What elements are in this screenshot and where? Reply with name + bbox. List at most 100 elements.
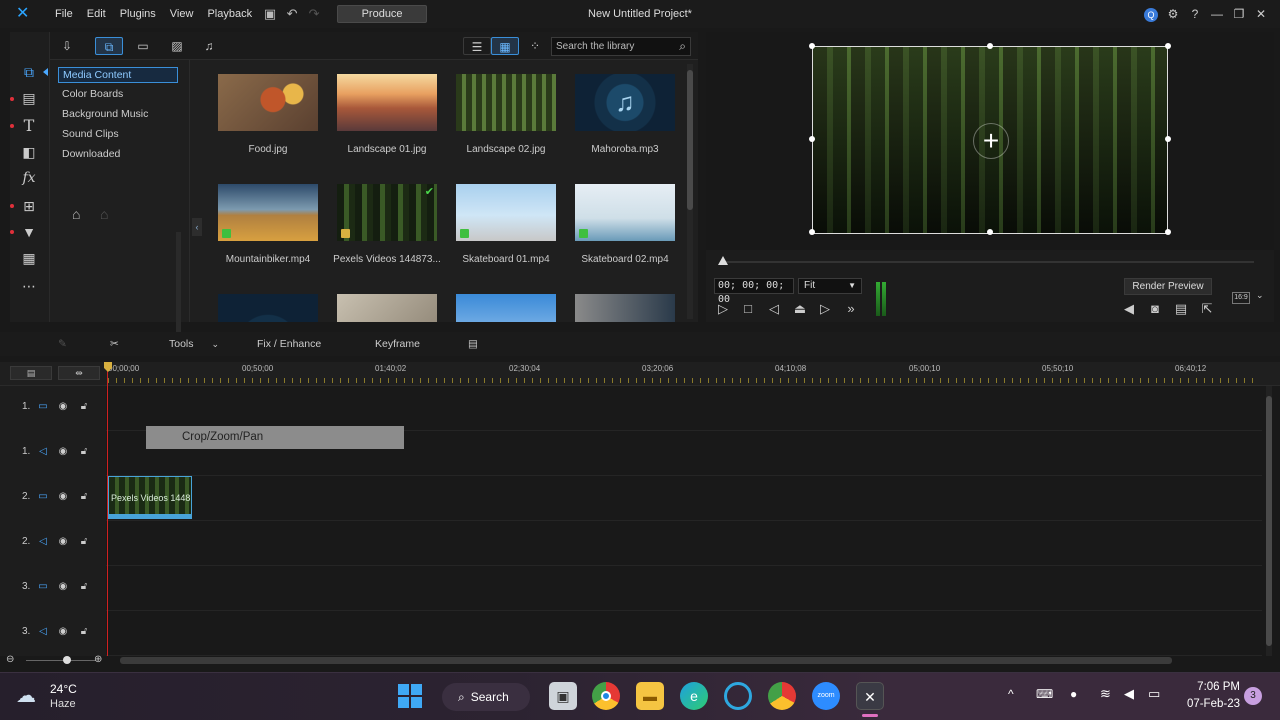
microphone-icon[interactable]: ● — [1070, 687, 1077, 701]
track-row[interactable]: 1. ▭ ◉ 🔓︎ — [0, 386, 1262, 431]
title-room-icon[interactable]: T — [18, 116, 40, 136]
file-explorer-alt-icon[interactable]: ▣ — [549, 682, 577, 710]
zoom-fit-select[interactable]: Fit ▼ — [798, 278, 862, 294]
search-icon[interactable]: ⌕ — [679, 38, 686, 55]
resize-handle[interactable] — [809, 229, 815, 235]
windows-start-icon[interactable] — [398, 684, 422, 708]
media-item-pexels-video[interactable]: ✔ Pexels Videos 144873... — [333, 176, 441, 266]
eye-icon[interactable]: ◉ — [56, 535, 70, 549]
media-scrollbar-thumb[interactable] — [687, 70, 693, 210]
camera-snapshot-icon[interactable]: ◙ — [1146, 300, 1164, 318]
weather-cloud-icon[interactable]: ☁ — [16, 683, 44, 709]
tray-chevron-up-icon[interactable]: ^ — [1008, 687, 1014, 701]
resize-handle[interactable] — [809, 136, 815, 142]
media-tab-icon[interactable]: ⧉ — [95, 37, 123, 55]
render-preview-button[interactable]: Render Preview — [1124, 278, 1212, 295]
timeline-vscroll[interactable] — [1266, 386, 1272, 656]
notification-badge[interactable]: 3 — [1244, 687, 1262, 705]
lock-icon[interactable]: 🔓︎ — [77, 580, 91, 594]
keyframe-button[interactable]: Keyframe — [375, 332, 420, 356]
media-item-audio-partial[interactable] — [216, 286, 320, 322]
produce-button[interactable]: Produce — [337, 5, 428, 23]
previous-frame-icon[interactable]: ◁ — [765, 300, 783, 318]
scrubber-handle-icon[interactable] — [718, 256, 728, 265]
timeline-ruler[interactable]: ▤ ⇹ 00;00;00 00;50;00 01;40;02 02;30;04 … — [0, 362, 1280, 386]
track-row[interactable]: 2. ◁ ◉ 🔓︎ — [0, 521, 1262, 566]
next-frame-icon[interactable]: ▷ — [816, 300, 834, 318]
minimize-icon[interactable]: — — [1208, 4, 1226, 24]
clock-date[interactable]: 07-Feb-23 — [1178, 698, 1240, 710]
eye-icon[interactable]: ◉ — [56, 490, 70, 504]
media-item-landscape-01[interactable]: Landscape 01.jpg — [335, 66, 439, 156]
undo-icon[interactable]: ↶ — [281, 3, 303, 25]
category-background-music[interactable]: Background Music — [58, 107, 178, 123]
fast-forward-icon[interactable]: » — [842, 300, 860, 318]
snapshot-frame-icon[interactable]: ⏏ — [791, 300, 809, 318]
file-explorer-icon[interactable]: ▬ — [636, 682, 664, 710]
more-icon[interactable]: ⋯ — [18, 276, 40, 296]
grid-view-icon[interactable]: ▦ — [491, 37, 519, 55]
category-media-content[interactable]: Media Content — [58, 67, 178, 83]
resize-handle[interactable] — [809, 43, 815, 49]
import-media-icon[interactable]: ⇩ — [53, 37, 81, 55]
zoom-in-icon[interactable]: ⊕ — [94, 655, 104, 665]
media-item-skateboard-01[interactable]: Skateboard 01.mp4 — [454, 176, 558, 266]
effect-room-icon[interactable]: ▤ — [18, 88, 40, 108]
media-item-landscape-02[interactable]: Landscape 02.jpg — [454, 66, 558, 156]
powerdirector-taskbar-icon[interactable]: ✕ — [856, 682, 884, 710]
media-scrollbar[interactable] — [687, 64, 693, 319]
redo-icon[interactable]: ↷ — [303, 3, 325, 25]
resize-handle[interactable] — [1165, 229, 1171, 235]
menu-plugins[interactable]: Plugins — [113, 0, 163, 28]
weather-temperature[interactable]: 24°C — [50, 682, 77, 696]
zoom-app-icon[interactable]: zoom — [812, 682, 840, 710]
eye-icon[interactable]: ◉ — [56, 580, 70, 594]
library-search-input[interactable]: Search the library ⌕ — [551, 37, 691, 56]
lock-icon[interactable]: 🔓︎ — [77, 400, 91, 414]
zoom-slider-handle[interactable] — [63, 656, 71, 664]
settings-gear-icon[interactable]: ⚙ — [1164, 4, 1182, 24]
list-view-icon[interactable]: ☰ — [463, 37, 491, 55]
taskbar-search-button[interactable]: ⌕ Search — [442, 683, 530, 711]
play-icon[interactable]: ▷ — [714, 300, 732, 318]
add-tag-icon[interactable]: ⌂ — [72, 206, 80, 222]
crop-zoom-pan-clip[interactable]: Crop/Zoom/Pan — [146, 426, 404, 449]
stop-icon[interactable]: □ — [739, 300, 757, 318]
media-room-icon[interactable]: ⧉ — [18, 62, 40, 82]
speaker-icon[interactable]: ◀ — [1124, 686, 1134, 702]
lock-icon[interactable]: 🔓︎ — [77, 445, 91, 459]
volume-icon[interactable]: ◀ — [1120, 300, 1138, 318]
track-row[interactable]: 3. ▭ ◉ 🔓︎ — [0, 566, 1262, 611]
subtitle-icon[interactable]: ▤ — [468, 332, 478, 356]
fx-room-icon[interactable]: fx — [18, 168, 40, 188]
chrome-icon[interactable] — [592, 682, 620, 710]
keyboard-icon[interactable]: ⌨ — [1036, 687, 1053, 701]
video-filter-icon[interactable]: ▭ — [129, 37, 157, 55]
category-color-boards[interactable]: Color Boards — [58, 87, 178, 103]
media-item-partial[interactable] — [454, 286, 558, 322]
zoom-slider-track[interactable] — [26, 660, 96, 661]
media-item-food[interactable]: Food.jpg — [216, 66, 320, 156]
image-filter-icon[interactable]: ▨ — [163, 37, 191, 55]
weather-condition[interactable]: Haze — [50, 698, 76, 710]
fix-enhance-button[interactable]: Fix / Enhance — [257, 332, 321, 356]
edge-icon[interactable]: e — [680, 682, 708, 710]
category-sound-clips[interactable]: Sound Clips — [58, 127, 178, 143]
lock-icon[interactable]: 🔓︎ — [77, 490, 91, 504]
save-icon[interactable]: ▣ — [259, 3, 281, 25]
chevron-down-icon[interactable]: ⌄ — [1256, 290, 1264, 301]
account-icon[interactable]: Q — [1142, 4, 1160, 24]
transition-room-icon[interactable]: ◧ — [18, 142, 40, 162]
eye-icon[interactable]: ◉ — [56, 400, 70, 414]
chrome-profile-icon[interactable] — [768, 682, 796, 710]
cortana-icon[interactable] — [724, 682, 752, 710]
collapse-panel-icon[interactable]: ‹ — [192, 218, 202, 236]
timeline-hscroll-thumb[interactable] — [120, 657, 1172, 664]
menu-playback[interactable]: Playback — [200, 0, 259, 28]
remove-tag-icon[interactable]: ⌂ — [100, 206, 108, 222]
split-scissors-icon[interactable]: ✂ — [110, 332, 119, 356]
media-item-partial[interactable] — [335, 286, 439, 322]
category-downloaded[interactable]: Downloaded — [58, 147, 178, 163]
close-icon[interactable]: ✕ — [1252, 4, 1270, 24]
particle-room-icon[interactable]: ▼ — [18, 222, 40, 242]
